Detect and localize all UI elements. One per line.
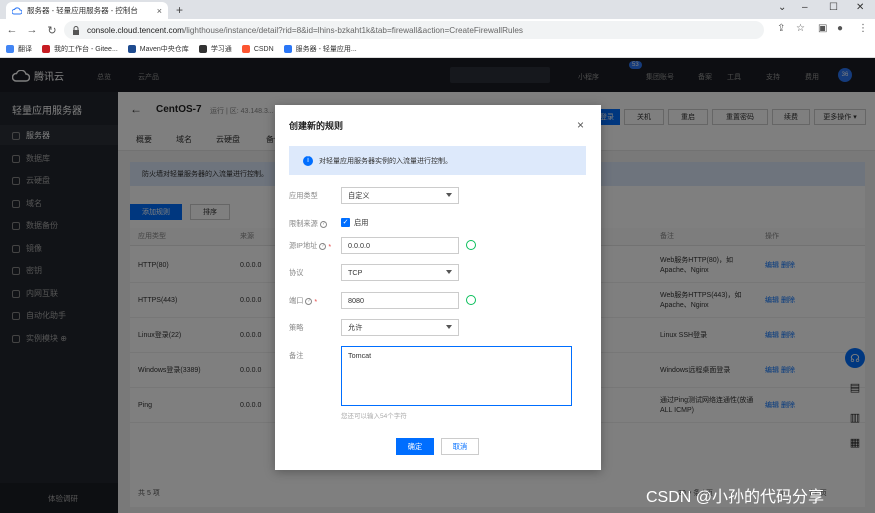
label-text: 策略 (289, 323, 304, 332)
restrict-source-checkbox[interactable]: ✓ (341, 218, 350, 227)
source-ip-value: 0.0.0.0 (348, 241, 370, 250)
required-mark: * (328, 241, 332, 251)
csdn-icon (241, 45, 250, 53)
chevron-down-icon (446, 193, 452, 197)
profile-icon[interactable]: ● (837, 23, 843, 34)
cloud-icon (283, 45, 292, 53)
restrict-source-label: 启用 (354, 218, 369, 227)
app-type-value: 自定义 (348, 190, 370, 200)
address-bar[interactable]: console.cloud.tencent.com/lighthouse/ins… (64, 21, 764, 39)
reload-icon[interactable]: ↻ (44, 24, 60, 37)
cloud-icon (12, 6, 22, 14)
watermark: CSDN @小孙的代码分享 (646, 489, 825, 506)
browser-tab[interactable]: 服务器 - 轻量应用服务器 - 控制台 × (6, 2, 168, 19)
close-icon[interactable]: × (577, 118, 584, 132)
chevron-down-icon (446, 270, 452, 274)
app-type-select[interactable]: 自定义 (341, 187, 459, 204)
cancel-button[interactable]: 取消 (441, 438, 479, 455)
help-icon[interactable]: ? (319, 220, 327, 228)
label-restrict-source: 限制来源? (289, 219, 327, 229)
check-circle-icon (466, 295, 476, 305)
help-icon[interactable]: ? (305, 297, 313, 305)
label-text: 限制来源 (289, 219, 318, 228)
address-row: ← → ↻ console.cloud.tencent.com/lighthou… (0, 19, 875, 41)
policy-select[interactable]: 允许 (341, 319, 459, 336)
protocol-select[interactable]: TCP (341, 264, 459, 281)
port-input[interactable]: 8080 (341, 292, 459, 309)
maven-icon (127, 45, 136, 53)
help-icon[interactable]: ? (319, 242, 327, 250)
port-value: 8080 (348, 296, 364, 305)
bookmark-label: 服务器 - 轻量应用... (295, 46, 357, 53)
browser-tabbar: 服务器 - 轻量应用服务器 - 控制台 × + ⌄ – ☐ ✕ (0, 0, 875, 19)
bookmark-gitee[interactable]: 我的工作台 - Gitee... (42, 44, 118, 54)
label-text: 应用类型 (289, 191, 318, 200)
star-icon[interactable]: ☆ (796, 23, 805, 34)
forward-icon[interactable]: → (24, 24, 40, 36)
bookmark-maven[interactable]: Maven中央仓库 (127, 44, 189, 54)
sidepanel-icon[interactable]: ▣ (818, 23, 827, 34)
label-text: 协议 (289, 268, 304, 277)
bookmarks-bar: 翻译 我的工作台 - Gitee... Maven中央仓库 学习通 CSDN 服… (0, 41, 875, 58)
chevron-down-icon (446, 325, 452, 329)
label-source-ip: 源IP地址? * (289, 241, 331, 251)
label-port: 端口? * (289, 296, 317, 306)
check-circle-icon (466, 240, 476, 250)
share-icon[interactable]: ⇪ (777, 23, 785, 34)
url-host: console.cloud.tencent.com (87, 25, 184, 35)
remark-textarea[interactable]: Tomcat (341, 346, 572, 406)
minimize-icon[interactable]: – (802, 2, 808, 13)
gitee-icon (42, 45, 50, 53)
bookmark-label: 翻译 (18, 46, 32, 53)
close-tab-icon[interactable]: × (157, 6, 162, 16)
required-mark: * (314, 296, 318, 306)
bookmark-translate[interactable]: 翻译 (6, 44, 32, 54)
maximize-icon[interactable]: ☐ (829, 2, 838, 13)
back-icon[interactable]: ← (4, 24, 20, 36)
label-protocol: 协议 (289, 268, 303, 278)
new-tab-button[interactable]: + (176, 3, 183, 17)
bookmark-lighthouse[interactable]: 服务器 - 轻量应用... (283, 44, 357, 54)
label-text: 源IP地址 (289, 241, 318, 250)
remark-value: Tomcat (348, 351, 372, 360)
label-text: 备注 (289, 351, 304, 360)
dialog-info-banner: i 对轻量应用服务器实例的入流量进行控制。 (289, 146, 586, 175)
dialog-title: 创建新的规则 (289, 121, 344, 131)
source-ip-input[interactable]: 0.0.0.0 (341, 237, 459, 254)
info-icon: i (303, 155, 313, 166)
confirm-button[interactable]: 确定 (396, 438, 434, 455)
label-remark: 备注 (289, 351, 303, 361)
char-count-hint: 您还可以输入54个字符 (341, 413, 407, 420)
window-dropdown-icon[interactable]: ⌄ (778, 2, 786, 13)
bookmark-xuexitong[interactable]: 学习通 (198, 44, 232, 54)
url-text: console.cloud.tencent.com/lighthouse/ins… (87, 26, 523, 35)
bookmark-label: 我的工作台 - Gitee... (54, 46, 118, 53)
menu-icon[interactable]: ⋮ (858, 23, 868, 34)
browser-tab-title: 服务器 - 轻量应用服务器 - 控制台 (27, 6, 138, 15)
create-rule-dialog: 创建新的规则 × i 对轻量应用服务器实例的入流量进行控制。 应用类型 自定义 … (275, 105, 601, 470)
label-app-type: 应用类型 (289, 191, 318, 201)
translate-icon (6, 45, 14, 53)
lock-icon (73, 25, 79, 35)
label-policy: 策略 (289, 323, 303, 333)
label-text: 端口 (289, 296, 304, 305)
dialog-info-text: 对轻量应用服务器实例的入流量进行控制。 (319, 157, 452, 165)
bookmark-label: Maven中央仓库 (139, 46, 189, 53)
protocol-value: TCP (348, 268, 363, 277)
bookmark-label: 学习通 (210, 46, 232, 53)
globe-icon (198, 45, 207, 53)
policy-value: 允许 (348, 322, 363, 332)
bookmark-label: CSDN (253, 45, 274, 53)
close-window-icon[interactable]: ✕ (856, 2, 864, 13)
bookmark-csdn[interactable]: CSDN (241, 45, 274, 53)
url-path: /lighthouse/instance/detail?rid=8&id=lhi… (183, 25, 524, 35)
screen: 服务器 - 轻量应用服务器 - 控制台 × + ⌄ – ☐ ✕ ← → ↻ co… (0, 0, 875, 513)
